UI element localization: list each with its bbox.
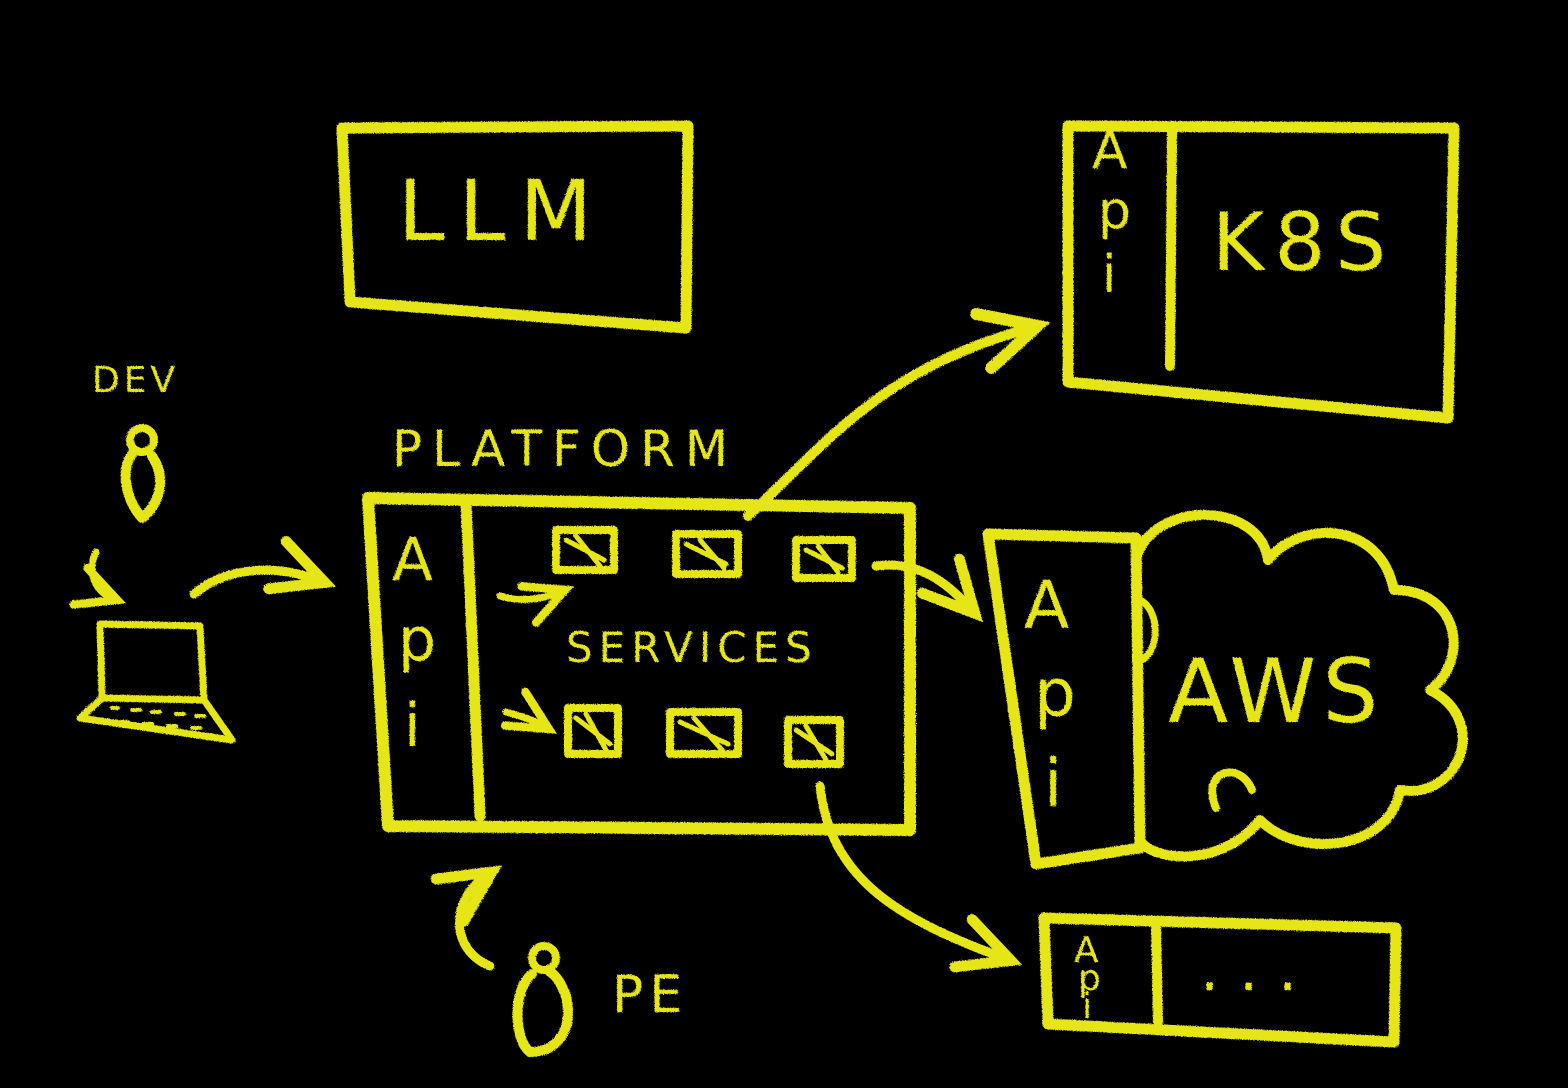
arrow-dev-to-laptop xyxy=(69,548,127,609)
api-other-label: A p i xyxy=(1074,930,1112,1027)
services-label: SERVICES xyxy=(566,623,818,672)
api-k8s-char-1: A xyxy=(1092,121,1128,181)
service-box-2 xyxy=(672,530,742,578)
api-k8s-char-3: i xyxy=(1102,245,1116,305)
laptop-icon xyxy=(76,620,236,744)
arrow-service-to-aws xyxy=(871,553,984,623)
arrow-pe-to-platform xyxy=(430,865,503,971)
api-k8s-char-2: p xyxy=(1098,181,1131,241)
pe-person-icon xyxy=(512,942,573,1057)
api-aws-char-2: p xyxy=(1034,655,1076,732)
aws-label: AWS xyxy=(1168,640,1384,743)
api-platform-char-2: p xyxy=(398,605,436,675)
service-box-6 xyxy=(784,716,844,768)
arrow-api-to-service-top xyxy=(496,582,574,627)
arrow-api-to-service-bottom xyxy=(500,687,557,734)
api-other-char-3: i xyxy=(1082,986,1092,1027)
api-platform-label: A p i xyxy=(392,525,455,761)
diagram-canvas: LLM K8S AWS ... PLATFORM SERVICES DEV PE… xyxy=(0,0,1568,1088)
dev-label: DEV xyxy=(92,360,179,401)
diagram-svg: LLM K8S AWS ... PLATFORM SERVICES DEV PE… xyxy=(69,120,1468,1057)
platform-label: PLATFORM xyxy=(392,420,738,478)
api-aws-label: A p i xyxy=(1024,567,1097,822)
service-box-4 xyxy=(564,704,622,758)
service-box-3 xyxy=(792,536,856,582)
pe-label: PE xyxy=(612,965,688,1025)
api-aws-char-3: i xyxy=(1044,745,1062,822)
llm-label: LLM xyxy=(398,162,606,260)
arrow-laptop-to-platform xyxy=(189,536,337,599)
ellipsis-label: ... xyxy=(1200,935,1317,1005)
dev-person-icon xyxy=(120,424,166,523)
api-platform-char-1: A xyxy=(392,525,433,595)
k8s-label: K8S xyxy=(1212,196,1396,289)
api-platform-char-3: i xyxy=(404,691,421,761)
service-box-1 xyxy=(552,526,618,574)
service-box-5 xyxy=(666,708,742,758)
arrow-service-to-k8s xyxy=(743,307,1051,521)
api-aws-char-1: A xyxy=(1024,567,1069,644)
api-k8s-label: A p i xyxy=(1092,121,1148,305)
